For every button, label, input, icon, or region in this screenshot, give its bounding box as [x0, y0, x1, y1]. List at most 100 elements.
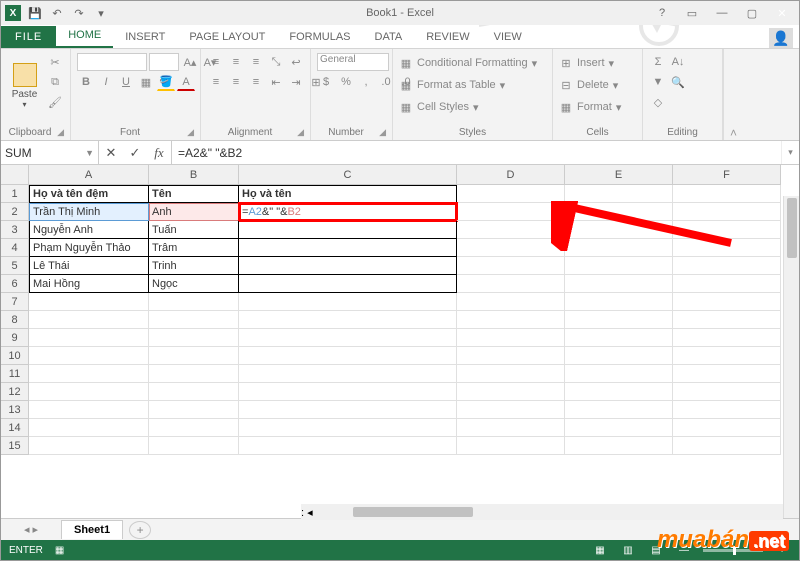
minimize-button[interactable]: —: [711, 4, 733, 22]
currency-icon[interactable]: $: [317, 73, 335, 91]
font-family-combo[interactable]: [77, 53, 147, 71]
collapse-ribbon-icon[interactable]: ˄: [723, 49, 743, 140]
cell-B5[interactable]: Trinh: [149, 257, 239, 275]
row-header-13[interactable]: 13: [1, 401, 29, 419]
cell-C10[interactable]: [239, 347, 457, 365]
sheet-nav-buttons[interactable]: ◂ ▸: [1, 523, 61, 536]
cell-B12[interactable]: [149, 383, 239, 401]
cell-C14[interactable]: [239, 419, 457, 437]
expand-formula-bar-icon[interactable]: ▾: [781, 141, 799, 164]
cell-F11[interactable]: [673, 365, 781, 383]
cut-icon[interactable]: ✂: [46, 53, 64, 71]
col-header-F[interactable]: F: [673, 165, 781, 185]
tab-formulas[interactable]: FORMULAS: [277, 26, 362, 48]
cell-B15[interactable]: [149, 437, 239, 455]
row-header-12[interactable]: 12: [1, 383, 29, 401]
normal-view-icon[interactable]: ▦: [591, 543, 609, 557]
cell-F14[interactable]: [673, 419, 781, 437]
insert-cells-button[interactable]: ⊞Insert ▾: [559, 53, 614, 73]
cell-B3[interactable]: Tuấn: [149, 221, 239, 239]
comma-icon[interactable]: ,: [357, 73, 375, 91]
font-size-combo[interactable]: [149, 53, 179, 71]
cell-A1[interactable]: Họ và tên đệm: [29, 185, 149, 203]
cell-F5[interactable]: [673, 257, 781, 275]
row-header-8[interactable]: 8: [1, 311, 29, 329]
clear-icon[interactable]: ◇: [649, 93, 667, 111]
row-header-15[interactable]: 15: [1, 437, 29, 455]
cell-styles-button[interactable]: ▦Cell Styles ▾: [399, 97, 479, 117]
cell-B4[interactable]: Trâm: [149, 239, 239, 257]
help-button[interactable]: ?: [651, 4, 673, 22]
cell-C15[interactable]: [239, 437, 457, 455]
cell-F15[interactable]: [673, 437, 781, 455]
cell-C6[interactable]: [239, 275, 457, 293]
vertical-scrollbar[interactable]: [783, 196, 799, 518]
vertical-scroll-thumb[interactable]: [787, 198, 797, 258]
cell-D7[interactable]: [457, 293, 565, 311]
align-top-icon[interactable]: ≡: [207, 53, 225, 71]
cell-A14[interactable]: [29, 419, 149, 437]
cell-A15[interactable]: [29, 437, 149, 455]
bold-button[interactable]: B: [77, 73, 95, 91]
cell-B11[interactable]: [149, 365, 239, 383]
page-layout-view-icon[interactable]: ▥: [619, 543, 637, 557]
cell-D6[interactable]: [457, 275, 565, 293]
cell-C12[interactable]: [239, 383, 457, 401]
decrease-indent-icon[interactable]: ⇤: [267, 73, 285, 91]
format-cells-button[interactable]: ▦Format ▾: [559, 97, 621, 117]
horizontal-scroll-thumb[interactable]: [353, 507, 473, 517]
sheet-tab[interactable]: Sheet1: [61, 520, 123, 539]
cell-A6[interactable]: Mai Hồng: [29, 275, 149, 293]
maximize-button[interactable]: ▢: [741, 4, 763, 22]
format-painter-icon[interactable]: 🖌: [46, 93, 64, 111]
autosum-icon[interactable]: Σ: [649, 53, 667, 71]
row-header-14[interactable]: 14: [1, 419, 29, 437]
tab-insert[interactable]: INSERT: [113, 26, 177, 48]
font-launcher[interactable]: ◢: [187, 127, 194, 138]
cell-C3[interactable]: [239, 221, 457, 239]
cell-C4[interactable]: [239, 239, 457, 257]
cell-E6[interactable]: [565, 275, 673, 293]
orientation-icon[interactable]: ⤡: [267, 53, 285, 71]
cancel-formula-icon[interactable]: ✕: [99, 145, 123, 161]
cell-C7[interactable]: [239, 293, 457, 311]
conditional-formatting-button[interactable]: ▦Conditional Formatting ▾: [399, 53, 537, 73]
cell-D14[interactable]: [457, 419, 565, 437]
cell-D8[interactable]: [457, 311, 565, 329]
cell-D5[interactable]: [457, 257, 565, 275]
cell-F9[interactable]: [673, 329, 781, 347]
cell-D1[interactable]: [457, 185, 565, 203]
cell-B2[interactable]: Anh: [149, 203, 239, 221]
col-header-D[interactable]: D: [457, 165, 565, 185]
redo-icon[interactable]: ↷: [71, 5, 87, 21]
new-sheet-button[interactable]: +: [129, 521, 151, 539]
increase-indent-icon[interactable]: ⇥: [287, 73, 305, 91]
cell-A2[interactable]: Trần Thị Minh: [29, 203, 149, 221]
cell-A12[interactable]: [29, 383, 149, 401]
cell-C1[interactable]: Họ và tên: [239, 185, 457, 203]
cell-E9[interactable]: [565, 329, 673, 347]
cell-D11[interactable]: [457, 365, 565, 383]
name-box-dropdown-icon[interactable]: ▼: [85, 148, 94, 158]
macro-record-icon[interactable]: ▦: [55, 545, 64, 556]
col-header-E[interactable]: E: [565, 165, 673, 185]
cell-F7[interactable]: [673, 293, 781, 311]
cell-B10[interactable]: [149, 347, 239, 365]
tab-data[interactable]: DATA: [363, 26, 415, 48]
fill-color-icon[interactable]: 🪣: [157, 73, 175, 91]
user-account-icon[interactable]: 👤: [769, 28, 793, 48]
cell-D2[interactable]: [457, 203, 565, 221]
row-header-5[interactable]: 5: [1, 257, 29, 275]
cell-B6[interactable]: Ngọc: [149, 275, 239, 293]
align-right-icon[interactable]: ≡: [247, 73, 265, 91]
delete-cells-button[interactable]: ⊟Delete ▾: [559, 75, 618, 95]
cell-E4[interactable]: [565, 239, 673, 257]
qat-customize-icon[interactable]: ▾: [93, 5, 109, 21]
cell-F6[interactable]: [673, 275, 781, 293]
col-header-A[interactable]: A: [29, 165, 149, 185]
ribbon-display-button[interactable]: ▭: [681, 4, 703, 22]
cell-D15[interactable]: [457, 437, 565, 455]
cell-E12[interactable]: [565, 383, 673, 401]
alignment-launcher[interactable]: ◢: [297, 127, 304, 138]
align-center-icon[interactable]: ≡: [227, 73, 245, 91]
